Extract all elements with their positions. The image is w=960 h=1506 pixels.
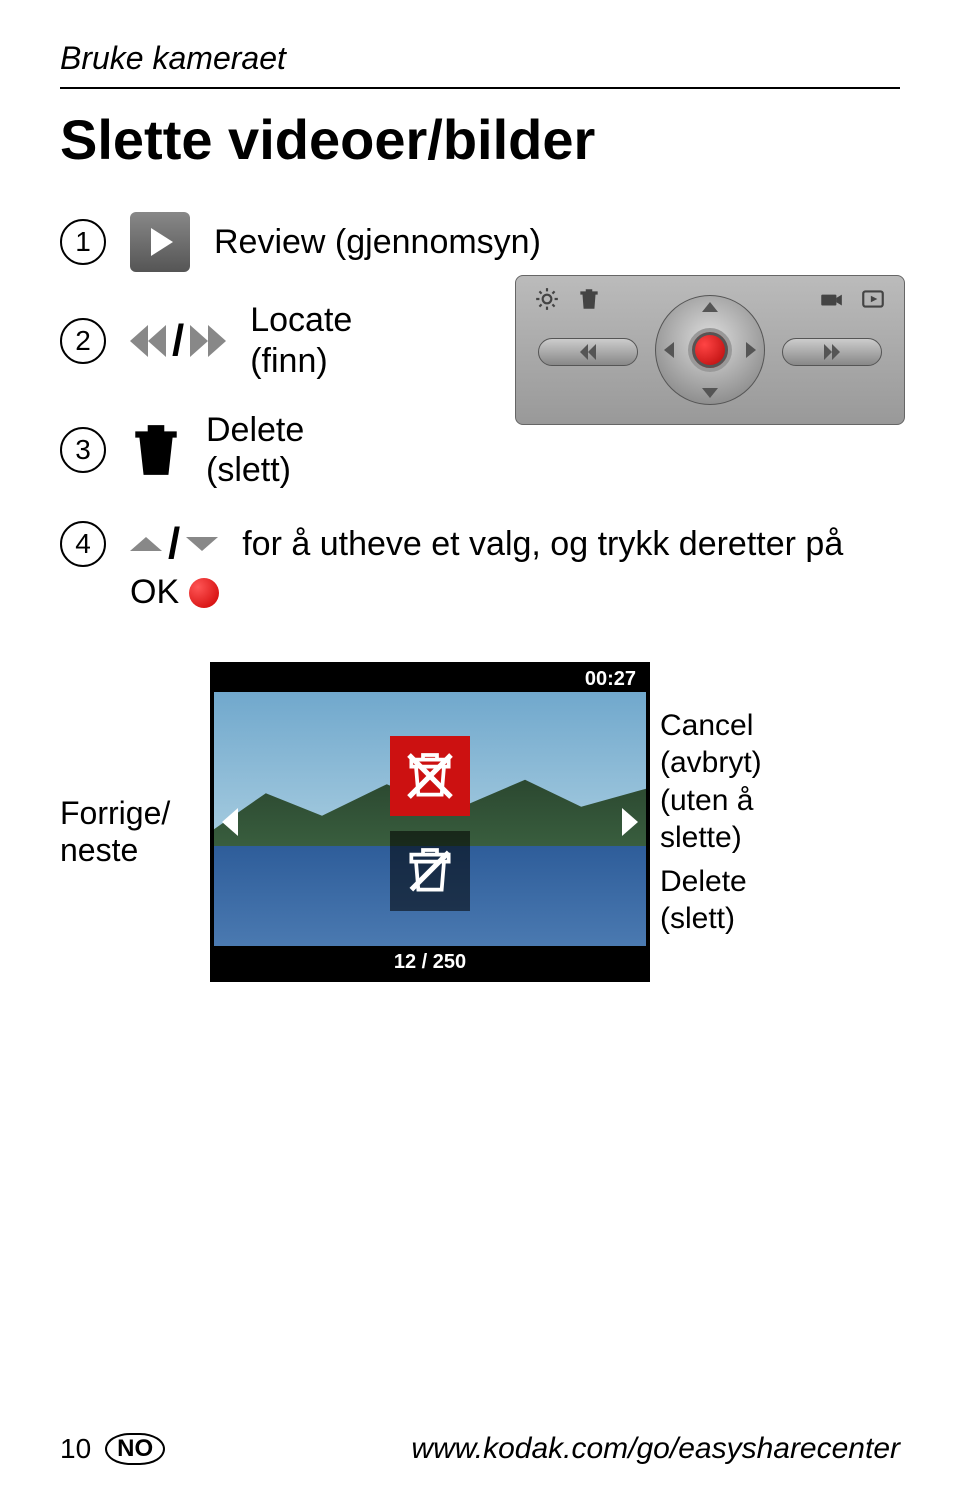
step-num-4: 4 [60,521,106,567]
step-num-3: 3 [60,427,106,473]
rewind-forward-icon: / [130,316,226,366]
screen-illustration-row: Forrige/ neste 00:27 12 / 250 Cancel (av… [60,662,900,982]
panel-right-icons [818,286,886,312]
step-3-label: Delete [206,410,304,451]
play-small-icon [860,286,886,312]
page-title: Slette videoer/bilder [60,107,900,172]
cancel-l2: (avbryt) [660,744,820,782]
trash-small-icon [576,286,602,312]
step-4: 4 / for å utheve et valg, og trykk deret… [60,519,900,612]
confirm-delete-icon [390,831,470,911]
right-pill-button [782,338,882,366]
cancel-l4: slette) [660,819,820,857]
step-4-label: for å utheve et valg, og trykk deretter … [242,524,843,565]
gear-icon [534,286,560,312]
up-down-icon: / [130,519,218,569]
cancel-l1: Cancel [660,707,820,745]
right-labels: Cancel (avbryt) (uten å slette) Delete (… [660,707,820,938]
footer-url: www.kodak.com/go/easysharecenter [411,1432,900,1466]
prev-next-l2: neste [60,832,200,869]
step-num-1: 1 [60,219,106,265]
panel-left-icons [534,286,602,312]
screen-counter: 12 / 250 [214,946,646,978]
step-2-label: Locate [250,300,352,341]
next-arrow-icon [622,808,638,836]
camera-control-panel [515,275,905,425]
page-footer: 10 NO www.kodak.com/go/easysharecenter [60,1432,900,1466]
delete-l2: (slett) [660,900,820,938]
prev-next-label: Forrige/ neste [60,795,200,869]
step-1-label: Review (gjennomsyn) [214,222,541,263]
delete-l1: Delete [660,863,820,901]
camera-icon [818,286,844,312]
trash-icon [130,421,182,479]
language-badge: NO [105,1433,165,1465]
record-dot-icon [189,578,219,608]
camera-screen: 00:27 12 / 250 [210,662,650,982]
cancel-delete-icon [390,736,470,816]
prev-arrow-icon [222,808,238,836]
step-num-2: 2 [60,318,106,364]
screen-time: 00:27 [214,666,646,692]
cancel-l3: (uten å [660,782,820,820]
left-pill-button [538,338,638,366]
step-2-label-sub: (finn) [250,341,352,382]
nav-disc [655,295,765,405]
play-icon [130,212,190,272]
breadcrumb: Bruke kameraet [60,40,900,77]
divider [60,87,900,89]
step-1: 1 Review (gjennomsyn) [60,212,900,272]
step-3-label-sub: (slett) [206,450,304,491]
page-number: 10 [60,1433,91,1465]
ok-label: OK [130,573,179,612]
prev-next-l1: Forrige/ [60,795,200,832]
record-button-icon [688,328,732,372]
